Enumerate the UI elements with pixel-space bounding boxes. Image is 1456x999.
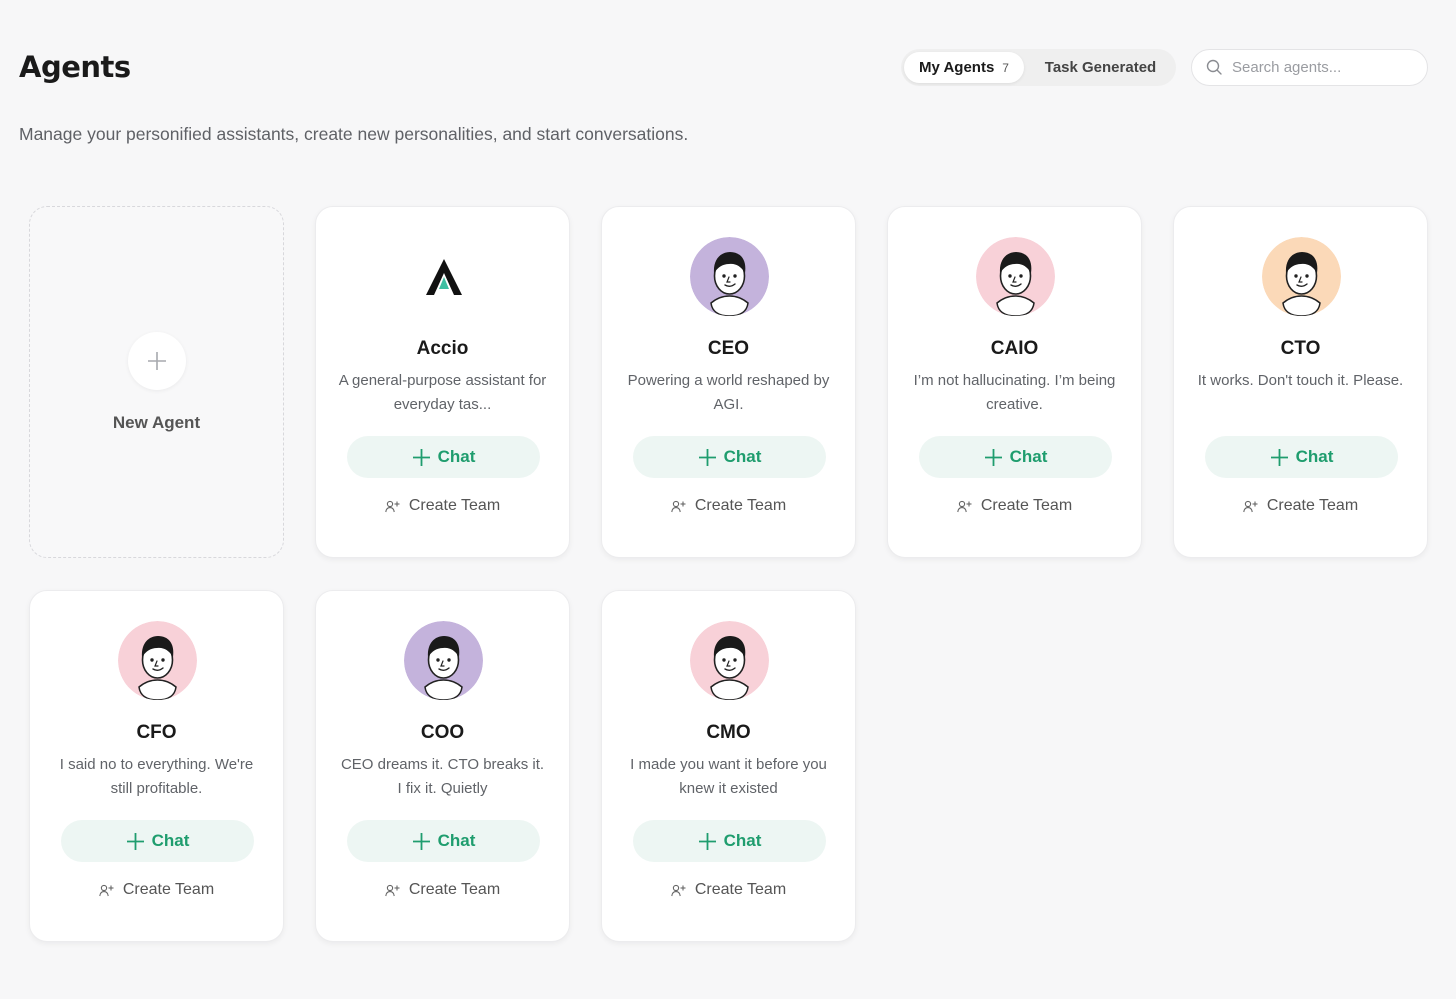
create-team-label: Create Team — [408, 497, 501, 514]
create-team-button[interactable]: Create Team — [602, 497, 855, 515]
agent-card-cmo: CMO I made you want it before you knew i… — [601, 590, 856, 942]
agents-page: Agents Manage your personified assistant… — [0, 0, 1456, 999]
face-avatar-icon — [690, 237, 769, 316]
agent-description: Powering a world reshaped by AGI. — [627, 372, 830, 413]
agent-name: COO — [420, 722, 465, 743]
add-user-icon — [1243, 500, 1267, 513]
agent-description: It works. Don't touch it. Please. — [1197, 372, 1404, 389]
create-team-button[interactable]: Create Team — [1174, 497, 1427, 515]
plus-icon — [128, 332, 186, 390]
plus-icon — [126, 832, 152, 851]
face-avatar-icon — [1262, 237, 1341, 316]
add-user-icon — [385, 884, 409, 897]
chat-button[interactable]: Chat — [347, 820, 540, 862]
create-team-label: Create Team — [980, 497, 1073, 514]
agent-name: CMO — [706, 722, 751, 743]
page-subtitle: Manage your personified assistants, crea… — [19, 124, 689, 144]
create-team-label: Create Team — [122, 881, 215, 898]
chat-button[interactable]: Chat — [633, 820, 826, 862]
agent-description: A general-purpose assistant for everyday… — [338, 372, 547, 413]
add-user-icon — [957, 500, 981, 513]
chat-button[interactable]: Chat — [633, 436, 826, 478]
chat-button-label: Chat — [437, 831, 476, 850]
chat-button[interactable]: Chat — [347, 436, 540, 478]
agent-card-accio: Accio A general-purpose assistant for ev… — [315, 206, 570, 558]
agent-name: Accio — [416, 338, 469, 359]
search-icon — [1206, 59, 1222, 75]
agent-description: CEO dreams it. CTO breaks it. I fix it. … — [340, 756, 545, 797]
create-team-button[interactable]: Create Team — [602, 881, 855, 899]
new-agent-card[interactable]: New Agent — [29, 206, 284, 558]
plus-icon — [412, 832, 438, 851]
tab-my-agents[interactable]: My Agents 7 — [904, 52, 1024, 83]
create-team-label: Create Team — [694, 881, 787, 898]
agent-description: I made you want it before you knew it ex… — [630, 756, 827, 797]
create-team-button[interactable]: Create Team — [888, 497, 1141, 515]
agent-description: I’m not hallucinating. I’m being creativ… — [913, 372, 1116, 413]
new-agent-label: New Agent — [112, 413, 201, 432]
agent-name: CAIO — [990, 338, 1039, 359]
agent-card-cfo: CFO I said no to everything. We're still… — [29, 590, 284, 942]
plus-icon — [1270, 448, 1296, 467]
agent-description: I said no to everything. We're still pro… — [59, 756, 254, 797]
chat-button[interactable]: Chat — [919, 436, 1112, 478]
create-team-label: Create Team — [694, 497, 787, 514]
chat-button-label: Chat — [723, 447, 762, 466]
chat-button-label: Chat — [437, 447, 476, 466]
chat-button[interactable]: Chat — [1205, 436, 1398, 478]
chat-button-label: Chat — [1295, 447, 1334, 466]
create-team-button[interactable]: Create Team — [30, 881, 283, 899]
tab-task-generated-label: Task Generated — [1044, 59, 1157, 76]
agent-name: CTO — [1280, 338, 1321, 359]
add-user-icon — [671, 500, 695, 513]
plus-icon — [412, 448, 438, 467]
face-avatar-icon — [976, 237, 1055, 316]
agent-name: CFO — [136, 722, 177, 743]
create-team-button[interactable]: Create Team — [316, 881, 569, 899]
chat-button-label: Chat — [723, 831, 762, 850]
plus-icon — [984, 448, 1010, 467]
add-user-icon — [671, 884, 695, 897]
search-input[interactable] — [1232, 59, 1412, 76]
chat-button[interactable]: Chat — [61, 820, 254, 862]
tab-task-generated[interactable]: Task Generated — [1024, 52, 1173, 83]
add-user-icon — [99, 884, 123, 897]
face-avatar-icon — [404, 621, 483, 700]
plus-icon — [698, 832, 724, 851]
face-avatar-icon — [690, 621, 769, 700]
agent-card-ceo: CEO Powering a world reshaped by AGI. Ch… — [601, 206, 856, 558]
search-box[interactable] — [1191, 49, 1428, 86]
agent-card-coo: COO CEO dreams it. CTO breaks it. I fix … — [315, 590, 570, 942]
chat-button-label: Chat — [1009, 447, 1048, 466]
face-avatar-icon — [118, 621, 197, 700]
agent-filter-tabs: My Agents 7 Task Generated — [901, 49, 1176, 86]
plus-icon — [698, 448, 724, 467]
chat-button-label: Chat — [151, 831, 190, 850]
tab-my-agents-label: My Agents — [919, 59, 995, 76]
agent-name: CEO — [707, 338, 750, 359]
create-team-label: Create Team — [1266, 497, 1359, 514]
create-team-button[interactable]: Create Team — [316, 497, 569, 515]
tab-my-agents-count: 7 — [1002, 60, 1009, 75]
create-team-label: Create Team — [408, 881, 501, 898]
page-title: Agents — [19, 50, 131, 84]
accio-logo-icon — [404, 237, 483, 316]
add-user-icon — [385, 500, 409, 513]
agent-card-caio: CAIO I’m not hallucinating. I’m being cr… — [887, 206, 1142, 558]
agent-card-cto: CTO It works. Don't touch it. Please. Ch… — [1173, 206, 1428, 558]
